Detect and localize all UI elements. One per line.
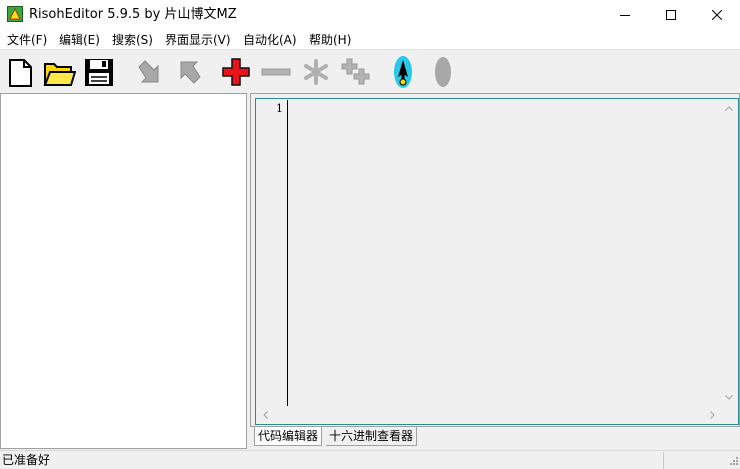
new-file-button[interactable] xyxy=(3,55,37,89)
minimize-icon xyxy=(620,15,630,16)
scroll-left-button[interactable] xyxy=(257,406,274,423)
menu-view[interactable]: 界面显示(V) xyxy=(165,32,231,48)
menu-search[interactable]: 搜索(S) xyxy=(112,32,153,48)
open-folder-icon xyxy=(43,63,76,86)
chevron-down-icon xyxy=(724,395,733,400)
code-editor[interactable]: 1 xyxy=(255,98,739,425)
resource-tree[interactable] xyxy=(0,93,247,449)
edit-asterisk-icon xyxy=(304,59,328,85)
edit-resource-button[interactable] xyxy=(299,55,333,89)
code-text-area[interactable] xyxy=(290,100,720,406)
size-grip-icon[interactable] xyxy=(727,456,739,468)
minimize-button[interactable] xyxy=(602,0,648,30)
clone-icon xyxy=(341,58,370,85)
menu-help[interactable]: 帮助(H) xyxy=(309,32,351,48)
chevron-up-icon xyxy=(724,106,733,111)
menu-edit[interactable]: 编辑(E) xyxy=(59,32,100,48)
line-number-gutter: 1 xyxy=(257,100,287,406)
clone-button[interactable] xyxy=(339,55,373,89)
maximize-icon xyxy=(666,10,676,20)
horizontal-scrollbar[interactable] xyxy=(257,406,721,423)
compile-button[interactable] xyxy=(386,55,420,89)
import-arrow-icon xyxy=(138,60,159,83)
save-disk-icon xyxy=(85,59,113,86)
maximize-button[interactable] xyxy=(648,0,694,30)
app-triangle-icon xyxy=(7,6,23,22)
status-text: 已准备好 xyxy=(2,453,51,467)
compile-rocket-icon xyxy=(394,56,412,88)
menu-bar: 文件(F) 编辑(E) 搜索(S) 界面显示(V) 自动化(A) 帮助(H) xyxy=(0,30,740,50)
line-number: 1 xyxy=(276,102,283,115)
status-bar: 已准备好 xyxy=(0,450,740,469)
add-resource-button[interactable] xyxy=(219,55,253,89)
vertical-scrollbar[interactable] xyxy=(720,100,737,406)
gutter-divider xyxy=(287,100,288,406)
chevron-left-icon xyxy=(263,410,268,419)
status-divider xyxy=(663,452,664,469)
add-plus-icon xyxy=(222,58,250,86)
delete-minus-icon xyxy=(261,68,291,76)
ellipse-button[interactable] xyxy=(426,55,460,89)
menu-file[interactable]: 文件(F) xyxy=(7,32,47,48)
menu-automation[interactable]: 自动化(A) xyxy=(243,32,297,48)
scroll-down-button[interactable] xyxy=(720,389,737,406)
scroll-right-button[interactable] xyxy=(704,406,721,423)
close-icon xyxy=(712,10,722,20)
close-button[interactable] xyxy=(694,0,740,30)
open-folder-button[interactable] xyxy=(42,55,76,89)
new-file-icon xyxy=(9,59,32,87)
scroll-up-button[interactable] xyxy=(720,100,737,117)
save-button[interactable] xyxy=(82,55,116,89)
import-button[interactable] xyxy=(133,55,167,89)
delete-resource-button[interactable] xyxy=(259,55,293,89)
export-button[interactable] xyxy=(172,55,206,89)
editor-tabs: 代码编辑器 十六进制查看器 xyxy=(250,427,740,447)
title-bar: RisohEditor 5.9.5 by 片山博文MZ xyxy=(0,0,740,30)
chevron-right-icon xyxy=(710,410,715,419)
tab-code-editor[interactable]: 代码编辑器 xyxy=(254,427,323,446)
export-arrow-icon xyxy=(180,61,201,84)
toolbar xyxy=(0,51,740,93)
window-title: RisohEditor 5.9.5 by 片山博文MZ xyxy=(29,7,237,22)
tab-hex-viewer[interactable]: 十六进制查看器 xyxy=(326,427,418,446)
ellipse-icon xyxy=(435,57,451,87)
